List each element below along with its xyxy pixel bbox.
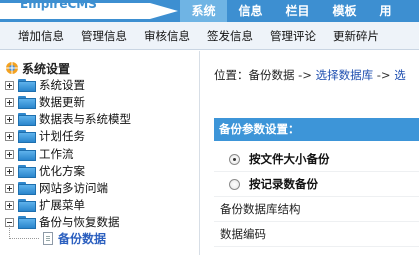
- tree-item-label: 计划任务: [39, 129, 85, 143]
- tree-item-label: 扩展菜单: [39, 198, 85, 212]
- breadcrumb-link-select-db[interactable]: 选择数据库: [316, 68, 374, 82]
- tree-item-label: 数据更新: [39, 95, 85, 109]
- main-content: 位置：备份数据 -> 选择数据库 -> 选 备份参数设置： 按文件大小备份 按记…: [201, 51, 419, 255]
- main-nav: 系统 信息 栏目 模板 用: [180, 0, 403, 22]
- expand-icon[interactable]: [5, 80, 14, 90]
- expand-icon[interactable]: [5, 114, 14, 124]
- breadcrumb-separator: ->: [373, 68, 395, 82]
- tree-item-data-update[interactable]: 数据更新: [5, 94, 85, 110]
- submenu-sign-info[interactable]: 签发信息: [202, 28, 258, 44]
- submenu-update-fragments[interactable]: 更新碎片: [328, 28, 384, 44]
- folder-icon: [18, 112, 36, 126]
- tree-guide-line: [9, 225, 10, 239]
- breadcrumb-backup-data: 备份数据: [248, 68, 295, 82]
- expand-icon[interactable]: [5, 149, 14, 159]
- breadcrumb-link-next[interactable]: 选: [394, 68, 406, 82]
- field-backup-structure: 备份数据库结构: [214, 197, 419, 222]
- tree-item-label: 备份与恢复数据: [39, 215, 120, 229]
- tree-item-label: 系统设置: [39, 78, 85, 92]
- folder-icon: [18, 198, 36, 212]
- tree-root-label: 系统设置: [22, 61, 71, 76]
- tree-child-label: 备份数据: [58, 231, 107, 246]
- tree-item-label: 网站多访问端: [39, 181, 108, 195]
- folder-icon: [18, 181, 36, 195]
- tree-item-tables-models[interactable]: 数据表与系统模型: [5, 111, 131, 127]
- radio-by-record-count[interactable]: [229, 178, 240, 190]
- expand-icon[interactable]: [5, 97, 14, 107]
- option-by-file-size[interactable]: 按文件大小备份: [214, 147, 419, 172]
- expand-icon[interactable]: [5, 183, 14, 193]
- folder-icon: [18, 164, 36, 178]
- tree-child-backup-data[interactable]: 备份数据: [43, 230, 106, 246]
- breadcrumb-separator: ->: [294, 68, 316, 82]
- nav-tab-column[interactable]: 栏目: [274, 0, 321, 22]
- tree-item-label: 数据表与系统模型: [39, 112, 131, 126]
- sub-menu: 增加信息 管理信息 审核信息 签发信息 管理评论 更新碎片: [0, 22, 419, 50]
- tree-item-label: 工作流: [39, 147, 74, 161]
- tree-root[interactable]: 系统设置: [5, 60, 70, 76]
- tree-item-multi-access[interactable]: 网站多访问端: [5, 180, 108, 196]
- tree-item-scheduled-tasks[interactable]: 计划任务: [5, 128, 85, 144]
- folder-icon: [18, 95, 36, 109]
- folder-icon: [18, 215, 36, 229]
- breadcrumb-prefix: 位置：: [214, 68, 249, 82]
- sidebar-tree: 系统设置 系统设置 数据更新 数据表与系统模型 计划任务 工作流 优化方案 网站…: [0, 51, 200, 255]
- radio-label: 按文件大小备份: [249, 152, 330, 166]
- nav-tab-info[interactable]: 信息: [227, 0, 274, 22]
- breadcrumb: 位置：备份数据 -> 选择数据库 -> 选: [214, 67, 406, 83]
- tree-item-system-settings[interactable]: 系统设置: [5, 77, 85, 93]
- expand-icon[interactable]: [5, 166, 14, 176]
- submenu-review-info[interactable]: 审核信息: [139, 28, 195, 44]
- submenu-manage-comments[interactable]: 管理评论: [265, 28, 321, 44]
- folder-icon: [18, 78, 36, 92]
- top-header: EmpireCMS 系统 信息 栏目 模板 用: [0, 0, 419, 22]
- submenu-add-info[interactable]: 增加信息: [13, 28, 69, 44]
- svg-text:EmpireCMS: EmpireCMS: [20, 0, 97, 11]
- nav-tab-user[interactable]: 用: [368, 0, 403, 22]
- radio-by-file-size[interactable]: [229, 153, 240, 165]
- folder-icon: [18, 147, 36, 161]
- tree-item-workflow[interactable]: 工作流: [5, 146, 74, 162]
- field-data-encoding: 数据编码: [214, 222, 419, 247]
- submenu-manage-info[interactable]: 管理信息: [76, 28, 132, 44]
- backup-settings-panel: 备份参数设置： 按文件大小备份 按记录数备份 备份数据库结构 数据编码: [214, 118, 419, 255]
- panel-title: 备份参数设置：: [214, 118, 419, 141]
- expand-icon[interactable]: [5, 131, 14, 141]
- tree-item-extend-menu[interactable]: 扩展菜单: [5, 197, 85, 213]
- empirecms-logo: EmpireCMS: [0, 0, 180, 22]
- tree-item-optimization[interactable]: 优化方案: [5, 163, 85, 179]
- nav-tab-system[interactable]: 系统: [180, 0, 227, 22]
- option-by-record-count[interactable]: 按记录数备份: [214, 172, 419, 197]
- radio-label: 按记录数备份: [249, 177, 318, 191]
- settings-globe-icon: [6, 62, 18, 74]
- folder-icon: [18, 129, 36, 143]
- document-icon: [43, 231, 53, 245]
- expand-icon[interactable]: [5, 200, 14, 210]
- tree-guide-line: [9, 238, 39, 239]
- nav-tab-template[interactable]: 模板: [321, 0, 368, 22]
- tree-item-label: 优化方案: [39, 164, 85, 178]
- tree-item-backup-restore[interactable]: 备份与恢复数据: [5, 214, 120, 230]
